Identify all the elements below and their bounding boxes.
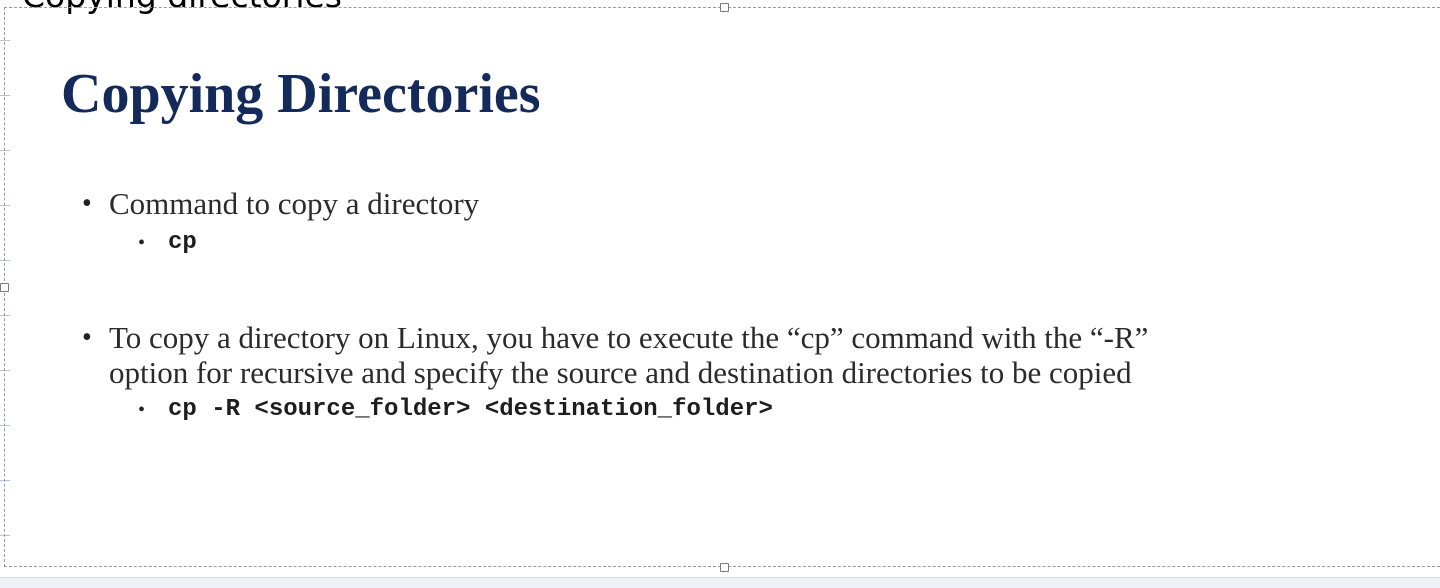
- bullet-dot-icon: •: [82, 188, 92, 219]
- sub-bullet-dot-icon: •: [138, 399, 146, 421]
- command-text: cp: [168, 229, 197, 256]
- command-text: cp -R <source_folder> <destination_folde…: [168, 396, 773, 423]
- sub-bullet-dot-icon: •: [138, 232, 146, 254]
- slide-editor-canvas: Copying directories Copying Directories …: [0, 0, 1440, 588]
- workspace-bottom-edge: [0, 577, 1440, 588]
- resize-handle-middle-left[interactable]: [0, 283, 9, 292]
- resize-handle-bottom-center[interactable]: [720, 563, 729, 572]
- bullet-text-line-2: option for recursive and specify the sou…: [109, 355, 1132, 390]
- resize-handle-top-center[interactable]: [720, 3, 729, 12]
- slide-title: Copying Directories: [61, 63, 541, 125]
- bullet-text: Command to copy a directory: [109, 186, 480, 221]
- bullet-text-line-1: To copy a directory on Linux, you have t…: [109, 320, 1149, 355]
- bullet-dot-icon: •: [82, 322, 92, 353]
